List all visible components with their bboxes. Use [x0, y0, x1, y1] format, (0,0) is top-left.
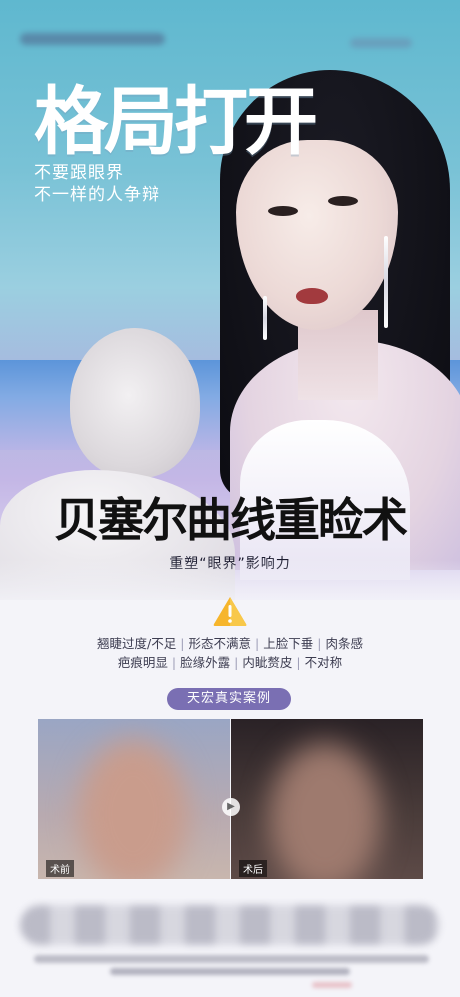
before-label: 术前: [46, 860, 74, 877]
separator: |: [254, 636, 260, 651]
earring-right: [384, 236, 388, 328]
statue-head: [70, 328, 200, 478]
earring-left: [263, 296, 267, 340]
hero-big-title: 格局打开: [34, 79, 318, 165]
hero-subtitle-line2: 不一样的人争辩: [34, 185, 160, 205]
blurred-footer-text: [34, 955, 429, 963]
model-lips: [296, 288, 328, 304]
concerns-row-1: 翘睫过度/不足 | 形态不满意 | 上脸下垂 | 肉条感: [0, 633, 460, 652]
procedure-title: 贝塞尔曲线重睑术: [54, 493, 408, 547]
separator: |: [171, 655, 177, 670]
blurred-face: [78, 739, 188, 879]
blurred-footer-accent: [312, 982, 352, 988]
after-label: 术后: [239, 860, 267, 877]
concern-item: 肉条感: [325, 636, 363, 651]
blurred-brand-logo: [350, 38, 412, 48]
concerns-row-2: 疤痕明显 | 脸缘外露 | 内眦赘皮 | 不对称: [0, 652, 460, 671]
concern-item: 上脸下垂: [263, 636, 314, 651]
concern-item: 不对称: [304, 655, 343, 670]
blurred-footer-text-2: [110, 968, 350, 975]
separator: |: [180, 636, 185, 651]
model-left-eye: [268, 206, 298, 216]
concern-item: 翘睫过度/不足: [97, 636, 177, 651]
concern-item: 内眦赘皮: [242, 655, 293, 670]
chevron-right-icon[interactable]: ▶: [222, 798, 240, 816]
model-right-eye: [328, 196, 358, 206]
before-photo[interactable]: 术前: [38, 719, 230, 879]
blurred-footer-icons: [20, 905, 440, 945]
concern-item: 形态不满意: [188, 636, 251, 651]
hero-banner: 格局打开 不要跟眼界 不一样的人争辩 贝塞尔曲线重睑术 重塑“眼界”影响力: [0, 0, 460, 600]
warning-icon: [213, 597, 247, 626]
separator: |: [234, 655, 239, 670]
blurred-brand-text: [20, 33, 165, 45]
concern-item: 疤痕明显: [117, 655, 168, 670]
real-cases-badge: 天宏真实案例: [167, 688, 291, 710]
after-photo[interactable]: 术后: [231, 719, 423, 879]
concern-item: 脸缘外露: [180, 655, 231, 670]
separator: |: [317, 636, 322, 651]
separator: |: [296, 655, 301, 670]
blurred-face: [269, 743, 381, 879]
